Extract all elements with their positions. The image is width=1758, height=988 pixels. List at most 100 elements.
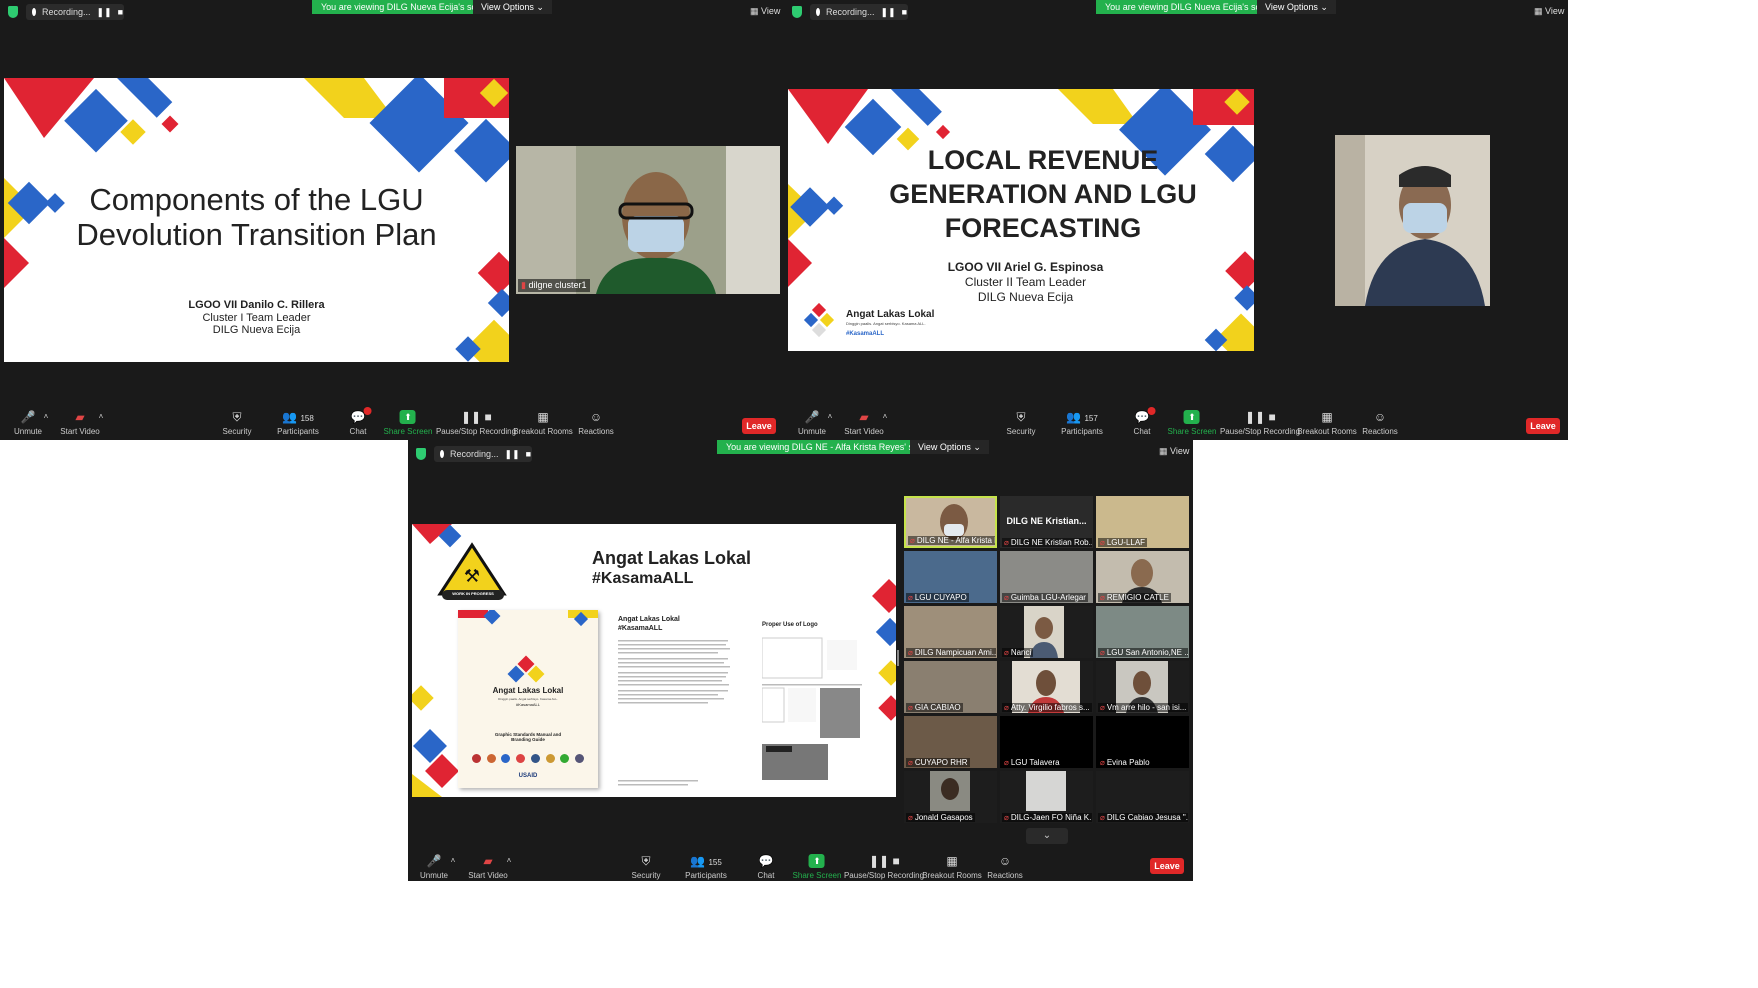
brand-name: Angat Lakas Lokal [846,309,935,320]
start-video-button[interactable]: ▰ Start Video [60,410,99,436]
pause-recording-icon[interactable]: ❚❚ [97,7,112,18]
mic-options-caret[interactable]: ˄ [44,412,49,421]
slide-title: LOCAL REVENUE GENERATION AND LGU FORECAS… [889,145,1197,243]
pane-divider-handle[interactable] [897,650,899,666]
shared-slide: ⚒ WORK IN PROGRESS Angat Lakas Lokal #Ka… [412,524,896,797]
participant-tile[interactable]: ⌀DILG NE - Alfa Krista Re... [904,496,997,548]
participant-name-text: Atty. Virgilio fabros s... [1010,703,1090,712]
participant-tile[interactable]: ⌀ LGU Talavera [1000,716,1093,768]
security-label: Security [631,871,661,880]
participant-tile[interactable]: ⌀ CUYAPO RHR [904,716,997,768]
participant-tile[interactable]: ⌀ LGU-LLAF [1096,496,1189,548]
recording-control-button[interactable]: ❚❚ ■ Pause/Stop Recording [844,854,924,880]
reactions-button[interactable]: ☺ Reactions [578,410,614,436]
participants-button[interactable]: 👥 155 Participants [685,854,727,880]
participant-tile[interactable]: ⌀ Atty. Virgilio fabros s... [1000,661,1093,713]
participant-tile[interactable]: ⌀ DILG Nampicuan Ami... [904,606,997,658]
mic-muted-icon: ⌀ [908,593,913,602]
leave-button[interactable]: Leave [1150,858,1184,874]
meeting-pane-bottom: You are viewing DILG NE - Alfa Krista Re… [408,440,1193,881]
unmute-button[interactable]: 🎤 Unmute [14,410,42,436]
reactions-button[interactable]: ☺ Reactions [987,854,1023,880]
view-options-button[interactable]: View Options ⌄ [473,0,552,14]
pause-recording-icon[interactable]: ❚❚ [881,7,896,18]
speaker-video[interactable] [1335,135,1490,306]
participant-gallery: ⌀DILG NE - Alfa Krista Re... DILG NE Kri… [904,496,1189,826]
view-button[interactable]: ▦ View [750,6,780,17]
view-button[interactable]: ▦ View [1159,446,1189,457]
view-button[interactable]: ▦ View [1534,6,1564,17]
breakout-rooms-button[interactable]: ▦ Breakout Rooms [1297,410,1357,436]
participants-button[interactable]: 👥 158 Participants [277,410,319,436]
participant-tile[interactable]: ⌀ Guimba LGU-Arlegar [1000,551,1093,603]
seal-icon [545,754,555,763]
unmute-button[interactable]: 🎤 Unmute [798,410,826,436]
mic-options-caret[interactable]: ˄ [451,856,456,865]
participant-tile[interactable]: ⌀ LGU CUYAPO [904,551,997,603]
stop-recording-icon[interactable]: ■ [526,449,531,459]
chat-button[interactable]: 💬 Chat [758,854,775,880]
stop-recording-icon[interactable]: ■ [902,7,907,17]
participant-name-text: Guimba LGU-Arlegar [1010,593,1086,602]
recording-indicator[interactable]: Recording... ❚❚ ■ [26,4,124,20]
breakout-rooms-button[interactable]: ▦ Breakout Rooms [513,410,573,436]
view-options-button[interactable]: View Options ⌄ [910,440,989,454]
recording-indicator[interactable]: Recording... ❚❚ ■ [434,446,532,462]
start-video-button[interactable]: ▰ Start Video [844,410,883,436]
recording-indicator[interactable]: Recording... ❚❚ ■ [810,4,908,20]
share-screen-button[interactable]: ⬆ Share Screen [793,854,841,880]
recording-control-button[interactable]: ❚❚ ■ Pause/Stop Recording [436,410,516,436]
start-video-button[interactable]: ▰ Start Video [468,854,507,880]
share-screen-button[interactable]: ⬆ Share Screen [1168,410,1216,436]
camera-name-label: ▮ dilgne cluster1 [518,279,590,292]
view-label: View [761,6,781,16]
security-button[interactable]: ⛨ Security [632,854,661,880]
pause-recording-icon[interactable]: ❚❚ [505,449,520,460]
view-label: View [1545,6,1565,16]
partner-seals [472,754,584,763]
security-button[interactable]: ⛨ Security [223,410,252,436]
mic-options-caret[interactable]: ˄ [828,412,833,421]
participant-tile[interactable]: ⌀ Nanci [1000,606,1093,658]
participant-tile[interactable]: ⌀ Vm arre hilo - san isi... [1096,661,1189,713]
encryption-shield-icon[interactable] [8,6,18,18]
video-options-caret[interactable]: ˄ [99,412,104,421]
share-screen-button[interactable]: ⬆ Share Screen [384,410,432,436]
stop-recording-icon[interactable]: ■ [118,7,123,17]
recording-dot-icon [32,8,36,16]
chat-button[interactable]: 💬 Chat [349,407,372,436]
participant-tile[interactable]: DILG NE Kristian... ⌀ DILG NE Kristian Ro… [1000,496,1093,548]
video-options-caret[interactable]: ˄ [883,412,888,421]
encryption-shield-icon[interactable] [416,448,426,460]
chat-label: Chat [349,427,367,436]
gallery-next-page-button[interactable]: ⌄ [1026,828,1068,844]
leave-button[interactable]: Leave [1526,418,1560,434]
participant-tile[interactable]: ⌀ LGU San Antonio,NE ... [1096,606,1189,658]
recording-control-button[interactable]: ❚❚ ■ Pause/Stop Recording [1220,410,1300,436]
participants-button[interactable]: 👥 157 Participants [1061,410,1103,436]
chat-button[interactable]: 💬 Chat [1134,407,1156,436]
speaker-video[interactable]: ▮ dilgne cluster1 [516,146,780,294]
person-silhouette-icon [1335,135,1490,306]
mic-muted-icon: ⌀ [908,758,913,767]
security-button[interactable]: ⛨ Security [1007,410,1036,436]
leave-button[interactable]: Leave [742,418,776,434]
participant-tile[interactable]: ⌀ DILG-Jaen FO Niña K... [1000,771,1093,823]
participant-tile[interactable]: ⌀ Jonald Gasapos [904,771,997,823]
encryption-shield-icon[interactable] [792,6,802,18]
participant-name: ⌀ Atty. Virgilio fabros s... [1002,703,1092,712]
view-options-button[interactable]: View Options ⌄ [1257,0,1336,14]
participant-tile[interactable]: ⌀ REMIGIO CATLE [1096,551,1189,603]
breakout-rooms-button[interactable]: ▦ Breakout Rooms [922,854,982,880]
unmute-button[interactable]: 🎤 Unmute [420,854,448,880]
presenter-role: Cluster II Team Leader [964,275,1087,289]
meeting-toolbar: 🎤 Unmute ˄ ▰ Start Video ˄ ⛨ Security 👥 155… [408,848,1193,881]
participants-count: 158 [300,414,314,423]
reactions-button[interactable]: ☺ Reactions [1362,410,1398,436]
participant-tile[interactable]: ⌀ DILG Cabiao Jesusa "... [1096,771,1189,823]
manual-sponsor: USAID [518,773,538,779]
security-label: Security [1006,427,1036,436]
participant-tile[interactable]: ⌀ Evina Pablo [1096,716,1189,768]
video-options-caret[interactable]: ˄ [507,856,512,865]
participant-tile[interactable]: ⌀ GIA CABIAO [904,661,997,713]
